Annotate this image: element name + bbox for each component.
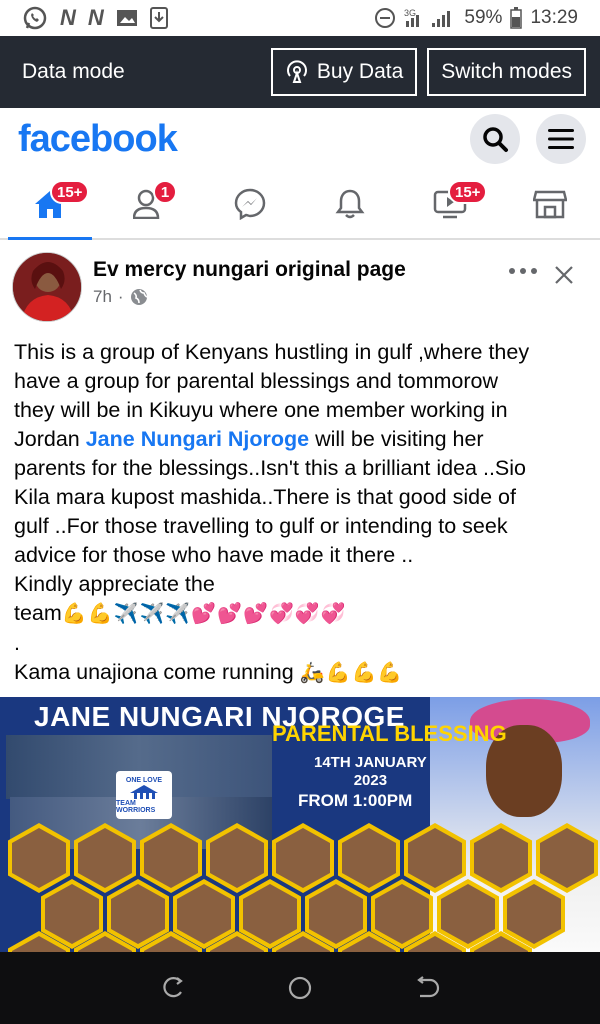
feed-post: Ev mercy nungari original page 7h · This…: [0, 242, 600, 684]
battery-icon: [510, 7, 523, 29]
hide-post-button[interactable]: [553, 264, 575, 291]
more-icon: [509, 268, 537, 274]
close-icon: [555, 266, 573, 284]
post-line: This is a group of Kenyans hustling in g…: [14, 340, 530, 364]
search-icon: [481, 125, 509, 153]
whatsapp-icon: [22, 5, 48, 31]
tab-watch[interactable]: 15+: [400, 170, 500, 238]
tab-home[interactable]: 15+: [0, 170, 100, 240]
date-line: 14TH JANUARY: [314, 754, 427, 771]
emoji-run: 🛵💪💪💪: [299, 662, 404, 684]
banner-subtitle: PARENTAL BLESSING: [272, 721, 507, 746]
battery-percent: 59%: [464, 7, 503, 28]
home-nav-button[interactable]: [287, 975, 313, 1001]
post-line: have a group for parental blessings and …: [14, 369, 499, 393]
friends-badge: 1: [153, 180, 177, 204]
home-circle-icon: [288, 976, 312, 1000]
messenger-icon: [234, 188, 266, 220]
back-icon: [416, 976, 439, 998]
post-header: Ev mercy nungari original page 7h ·: [0, 242, 600, 326]
post-meta: 7h ·: [93, 287, 148, 307]
more-options-button[interactable]: [508, 262, 538, 280]
post-line: Jordan Jane Nungari Njoroge will be visi…: [14, 425, 594, 454]
buy-data-button[interactable]: Buy Data: [270, 48, 418, 96]
logo-text: ONE LOVE: [125, 776, 163, 784]
main-nav: 15+ 1 15+: [0, 170, 600, 240]
dnd-icon: [374, 7, 396, 29]
post-time[interactable]: 7h: [93, 287, 112, 307]
facebook-header: facebook: [0, 108, 600, 170]
tab-messenger[interactable]: [200, 170, 300, 238]
notification-n-icon: N: [87, 5, 104, 30]
banner-time: FROM 1:00PM: [298, 791, 413, 810]
system-nav-bar: [0, 952, 600, 1024]
image-icon: [116, 8, 138, 28]
post-line-part: will be visiting her: [309, 427, 484, 451]
search-button[interactable]: [470, 114, 520, 164]
post-line: .: [14, 631, 20, 655]
date-line: 2023: [353, 772, 388, 789]
post-text: This is a group of Kenyans hustling in g…: [14, 338, 594, 688]
logo-text: TEAM WORRIORS: [116, 799, 156, 814]
post-line: parents for the blessings..Isn't this a …: [14, 456, 527, 480]
post-line: Kila mara kupost mashida..There is that …: [14, 485, 516, 509]
data-mode-bar: Data mode Buy Data Switch modes: [0, 36, 600, 108]
marketplace-icon: [533, 189, 567, 219]
bell-icon: [335, 188, 365, 220]
post-line: team💪💪✈️✈️✈️💕💕💕💞💞💞: [14, 599, 594, 629]
post-line-part: Jordan: [14, 427, 86, 451]
buy-data-label: Buy Data: [316, 60, 404, 83]
facebook-logo[interactable]: facebook: [18, 118, 178, 161]
broadcast-icon: [285, 60, 309, 84]
post-line-part: team: [14, 601, 62, 625]
globe-icon: [130, 288, 148, 306]
member-photo: [338, 823, 400, 893]
switch-modes-button[interactable]: Switch modes: [427, 48, 586, 96]
recent-apps-button[interactable]: [160, 975, 186, 1001]
avatar[interactable]: [12, 252, 82, 322]
tab-friends[interactable]: 1: [100, 170, 200, 238]
meta-separator: ·: [117, 287, 124, 306]
post-line: gulf ..For those travelling to gulf or i…: [14, 514, 508, 538]
data-mode-title: Data mode: [22, 60, 125, 83]
post-line: Kama unajiona come running 🛵💪💪💪: [14, 658, 594, 688]
switch-modes-label: Switch modes: [441, 60, 572, 83]
emoji-run: 💪💪✈️✈️✈️💕💕💕💞💞💞: [61, 603, 347, 625]
post-image[interactable]: ONE LOVE TEAM WORRIORS JANE NUNGARI NJOR…: [0, 697, 600, 953]
back-button[interactable]: [414, 975, 440, 1001]
tab-notifications[interactable]: [300, 170, 400, 238]
recent-apps-icon: [163, 977, 184, 998]
banner-date: 14TH JANUARY 2023: [314, 754, 427, 790]
download-icon: [149, 7, 168, 29]
tab-marketplace[interactable]: [500, 170, 600, 238]
post-line: advice for those who have made it there …: [14, 543, 414, 567]
mention-link[interactable]: Jane Nungari Njoroge: [86, 427, 309, 451]
member-photo: [272, 823, 334, 893]
home-badge: 15+: [50, 180, 90, 204]
svg-text:3G: 3G: [404, 8, 416, 18]
post-line-part: Kama unajiona come running: [14, 660, 300, 684]
clock: 13:29: [530, 7, 578, 28]
team-logo: ONE LOVE TEAM WORRIORS: [116, 771, 172, 819]
post-line: Kindly appreciate the: [14, 572, 215, 596]
post-author[interactable]: Ev mercy nungari original page: [93, 258, 406, 282]
menu-button[interactable]: [536, 114, 586, 164]
watch-badge: 15+: [448, 180, 488, 204]
status-bar: N N 3G 59% 13:29: [0, 0, 600, 36]
hamburger-icon: [548, 128, 574, 150]
signal-icon: 3G: [404, 7, 456, 29]
notification-n-icon: N: [60, 5, 76, 30]
people-icon: [130, 784, 158, 799]
post-line: they will be in Kikuyu where one member …: [14, 398, 508, 422]
